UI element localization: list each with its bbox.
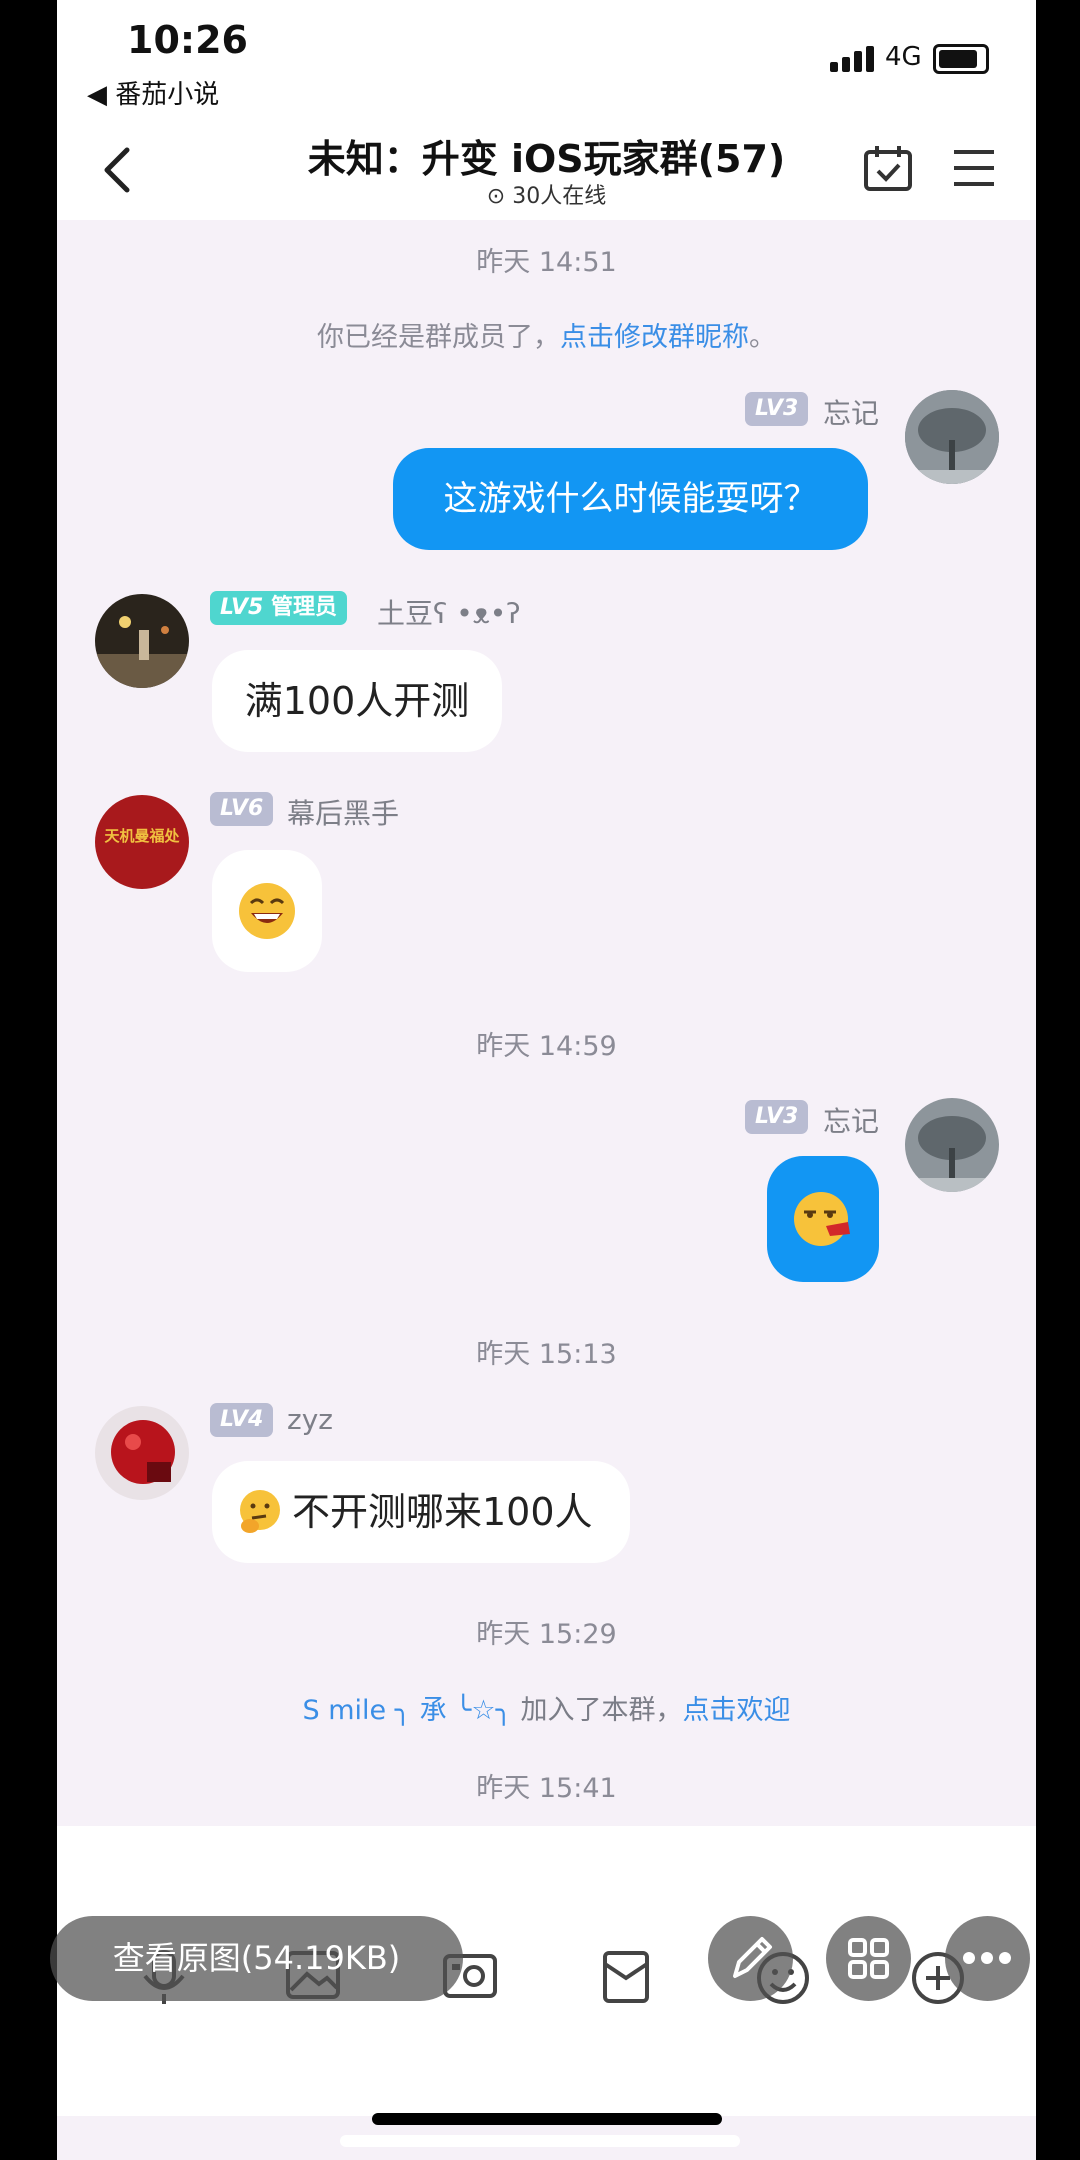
view-original-button[interactable]: 查看原图(54.19KB) (50, 1916, 463, 2001)
message-bubble[interactable]: 这游戏什么时候能耍呀？ (393, 448, 868, 550)
grin-emoji-icon (239, 883, 295, 939)
level-badge: LV4 (210, 1403, 274, 1437)
pencil-icon (733, 1937, 772, 1978)
system-home-indicator (340, 2135, 740, 2147)
chat-screen: 10:26 ◀ 番茄小说 4G 未知：升变 iOS玩家群(57) ⊙ 30人在线 (57, 0, 1036, 2160)
level-badge: LV5 管理员 (210, 591, 348, 625)
avatar[interactable] (905, 1098, 999, 1192)
level-badge: LV3 (745, 392, 809, 426)
spit-emoji-icon (794, 1192, 850, 1246)
join-notice-text: 加入了本群， (511, 1695, 683, 1726)
avatar-image (95, 1406, 189, 1500)
grid-button[interactable] (826, 1916, 911, 2001)
timestamp: 昨天 15:13 (476, 1339, 617, 1370)
more-dots-icon (963, 1952, 1011, 1964)
timestamp: 昨天 15:41 (476, 1773, 617, 1804)
member-name-link[interactable]: S mile ╮ 承 ╰☆╮ (303, 1695, 512, 1726)
nav-bar: 未知：升变 iOS玩家群(57) ⊙ 30人在线 (57, 120, 1036, 220)
battery-icon (933, 44, 989, 74)
message-text: 不开测哪来100人 (292, 1490, 593, 1534)
edit-nickname-link[interactable]: 点击修改群昵称 (560, 322, 749, 353)
thinking-emoji-icon (240, 1490, 280, 1533)
avatar-text: 天机曼福处 (104, 827, 180, 845)
grid-icon (848, 1938, 889, 1979)
message-bubble[interactable] (212, 850, 322, 972)
avatar[interactable] (95, 594, 189, 688)
online-check-icon: ⊙ (486, 184, 513, 209)
avatar[interactable] (95, 1406, 189, 1500)
message-list[interactable]: 昨天 14:51 你已经是群成员了，点击修改群昵称。 LV3 忘记 这游戏什么时… (57, 220, 1036, 1820)
avatar[interactable]: 天机曼福处 (95, 795, 189, 889)
avatar[interactable] (905, 390, 999, 484)
avatar-image (905, 390, 999, 484)
admin-role: 管理员 (271, 595, 338, 620)
welcome-link[interactable]: 点击欢迎 (682, 1695, 790, 1726)
sender-name: 幕后黑手 (287, 797, 400, 830)
status-bar: 10:26 ◀ 番茄小说 4G (57, 0, 1036, 120)
more-button[interactable] (945, 1916, 1030, 2001)
system-message-suffix: 。 (749, 322, 776, 353)
menu-icon[interactable] (952, 148, 996, 188)
join-notice: S mile ╮ 承 ╰☆╮ 加入了本群，点击欢迎 (57, 1688, 1036, 1727)
timestamp: 昨天 14:59 (476, 1031, 617, 1062)
message-bubble[interactable]: 满100人开测 (212, 650, 502, 752)
back-to-app-link[interactable]: ◀ 番茄小说 (87, 74, 219, 111)
sender-name: 土豆ʕ •ᴥ•ʔ (377, 597, 521, 630)
home-indicator (372, 2113, 722, 2125)
level-badge: LV6 (210, 792, 274, 826)
calendar-check-icon[interactable] (863, 144, 913, 192)
sender-name: zyz (287, 1403, 333, 1436)
timestamp: 昨天 15:29 (476, 1619, 617, 1650)
sender-name: 忘记 (823, 397, 880, 430)
red-packet-icon[interactable] (602, 1950, 650, 2004)
edit-button[interactable] (708, 1916, 793, 2001)
status-time: 10:26 (127, 18, 248, 62)
system-message: 你已经是群成员了，点击修改群昵称。 (57, 315, 1036, 354)
avatar-image (95, 594, 189, 688)
timestamp: 昨天 14:51 (476, 247, 617, 278)
level-badge: LV3 (745, 1100, 809, 1134)
message-bubble[interactable] (767, 1156, 879, 1282)
avatar-image (905, 1098, 999, 1192)
system-message-text: 你已经是群成员了， (317, 322, 560, 353)
sender-name: 忘记 (823, 1105, 880, 1138)
level-text: LV5 (220, 595, 264, 620)
online-count-label: 30人在线 (512, 184, 607, 209)
network-type: 4G (885, 42, 922, 72)
message-bubble[interactable]: 不开测哪来100人 (212, 1461, 630, 1563)
signal-icon (830, 46, 874, 72)
